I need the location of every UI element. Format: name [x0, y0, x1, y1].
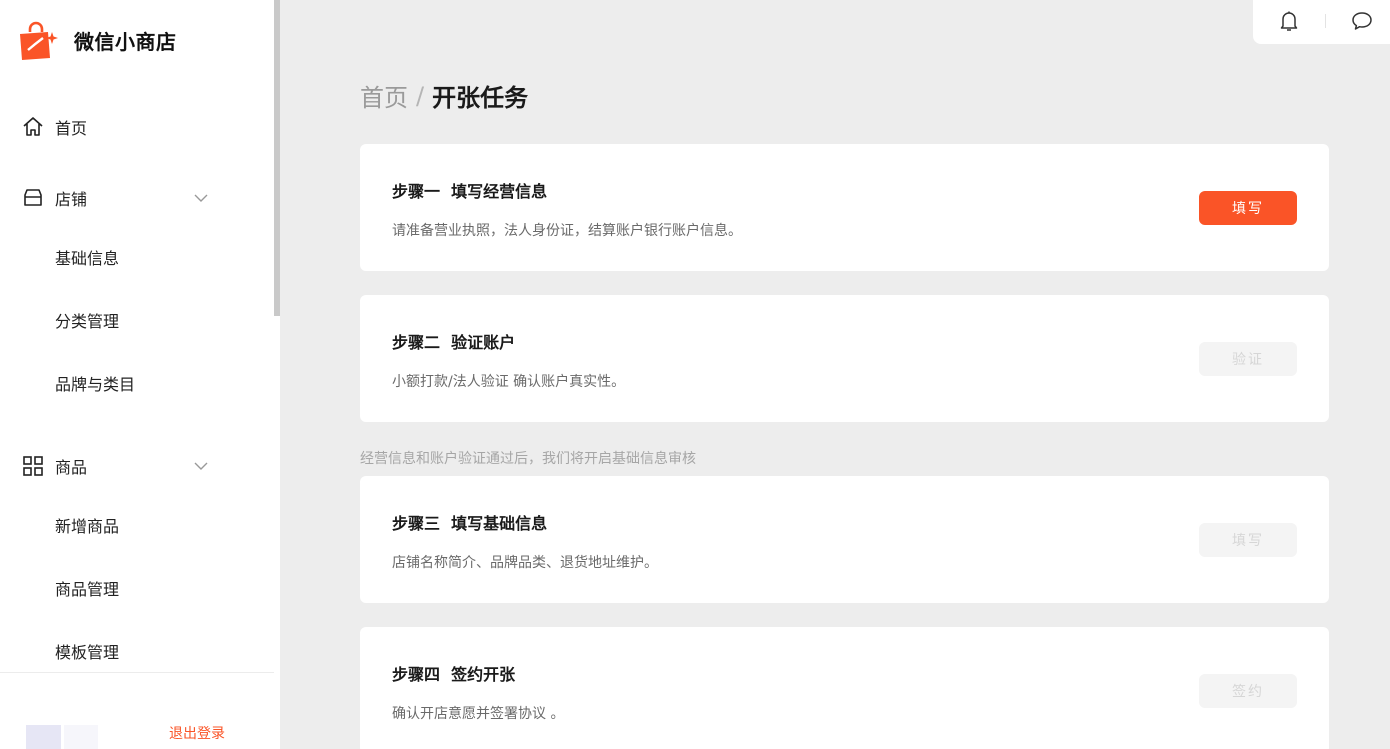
step-title: 步骤三 填写基础信息 — [392, 514, 548, 533]
step-card: 步骤三 填写基础信息 店铺名称简介、品牌品类、退货地址维护。 填写 — [360, 476, 1329, 603]
sidebar-scrollbar-thumb[interactable] — [274, 0, 280, 316]
step-title: 步骤四 签约开张 — [392, 665, 516, 684]
step-description: 确认开店意愿并签署协议 。 — [392, 706, 565, 722]
sidebar-item-shop[interactable]: 店铺 — [0, 171, 274, 225]
sidebar: 微信小商店 首页 店铺 基础信息 分类管理 品牌与类目 商品 新增商品 商品管理… — [0, 0, 280, 749]
sidebar-item-label: 首页 — [55, 119, 88, 138]
sidebar-item-category-management[interactable]: 分类管理 — [0, 295, 274, 345]
sidebar-item-label: 商品 — [55, 458, 88, 477]
sidebar-item-label: 新增商品 — [55, 517, 120, 536]
step-card: 步骤一 填写经营信息 请准备营业执照，法人身份证，结算账户银行账户信息。 填写 — [360, 144, 1329, 271]
sidebar-footer: 退出登录 — [0, 672, 274, 749]
sidebar-item-label: 店铺 — [55, 190, 88, 209]
user-name — [64, 725, 98, 749]
sidebar-scrollbar-track — [274, 316, 280, 749]
top-toolbar — [1253, 0, 1390, 44]
sign-contract-button: 签约 — [1199, 674, 1297, 708]
verify-account-button: 验证 — [1199, 342, 1297, 376]
fill-basic-info-button: 填写 — [1199, 523, 1297, 557]
step-description: 请准备营业执照，法人身份证，结算账户银行账户信息。 — [392, 223, 742, 239]
sidebar-item-basic-info[interactable]: 基础信息 — [0, 232, 274, 282]
shopping-bag-icon — [18, 20, 58, 60]
step-card: 步骤二 验证账户 小额打款/法人验证 确认账户真实性。 验证 — [360, 295, 1329, 422]
breadcrumb-separator: / — [416, 81, 425, 110]
sidebar-item-label: 分类管理 — [55, 312, 120, 331]
sidebar-item-product-management[interactable]: 商品管理 — [0, 563, 274, 613]
sidebar-item-label: 商品管理 — [55, 580, 120, 599]
sidebar-item-home[interactable]: 首页 — [0, 100, 274, 154]
fill-business-info-button[interactable]: 填写 — [1199, 191, 1297, 225]
step-card: 步骤四 签约开张 确认开店意愿并签署协议 。 签约 — [360, 627, 1329, 749]
review-note: 经营信息和账户验证通过后，我们将开启基础信息审核 — [360, 451, 696, 467]
grid-icon — [22, 455, 44, 477]
step-description: 小额打款/法人验证 确认账户真实性。 — [392, 374, 626, 390]
logout-button[interactable]: 退出登录 — [169, 723, 225, 743]
sidebar-item-label: 模板管理 — [55, 643, 120, 662]
sidebar-item-add-product[interactable]: 新增商品 — [0, 500, 274, 550]
breadcrumb-home[interactable]: 首页 — [360, 78, 408, 113]
sidebar-item-label: 品牌与类目 — [55, 375, 136, 394]
chevron-down-icon — [192, 189, 210, 207]
store-icon — [22, 187, 44, 209]
step-title: 步骤一 填写经营信息 — [392, 182, 548, 201]
page-title: 开张任务 — [432, 84, 529, 112]
sidebar-item-label: 基础信息 — [55, 249, 120, 268]
sidebar-item-products[interactable]: 商品 — [0, 439, 274, 493]
message-icon[interactable] — [1351, 10, 1373, 32]
toolbar-divider — [1325, 14, 1326, 28]
chevron-down-icon — [192, 457, 210, 475]
home-icon — [22, 116, 44, 138]
step-title: 步骤二 验证账户 — [392, 333, 516, 352]
bell-icon[interactable] — [1278, 10, 1300, 32]
sidebar-item-brand-category[interactable]: 品牌与类目 — [0, 358, 274, 408]
app-logo[interactable]: 微信小商店 — [18, 20, 177, 60]
sidebar-item-template-management[interactable]: 模板管理 — [0, 626, 274, 676]
avatar[interactable] — [26, 725, 61, 749]
breadcrumb: 首页 / 开张任务 — [360, 78, 528, 113]
step-description: 店铺名称简介、品牌品类、退货地址维护。 — [392, 555, 658, 571]
app-name: 微信小商店 — [74, 29, 177, 54]
